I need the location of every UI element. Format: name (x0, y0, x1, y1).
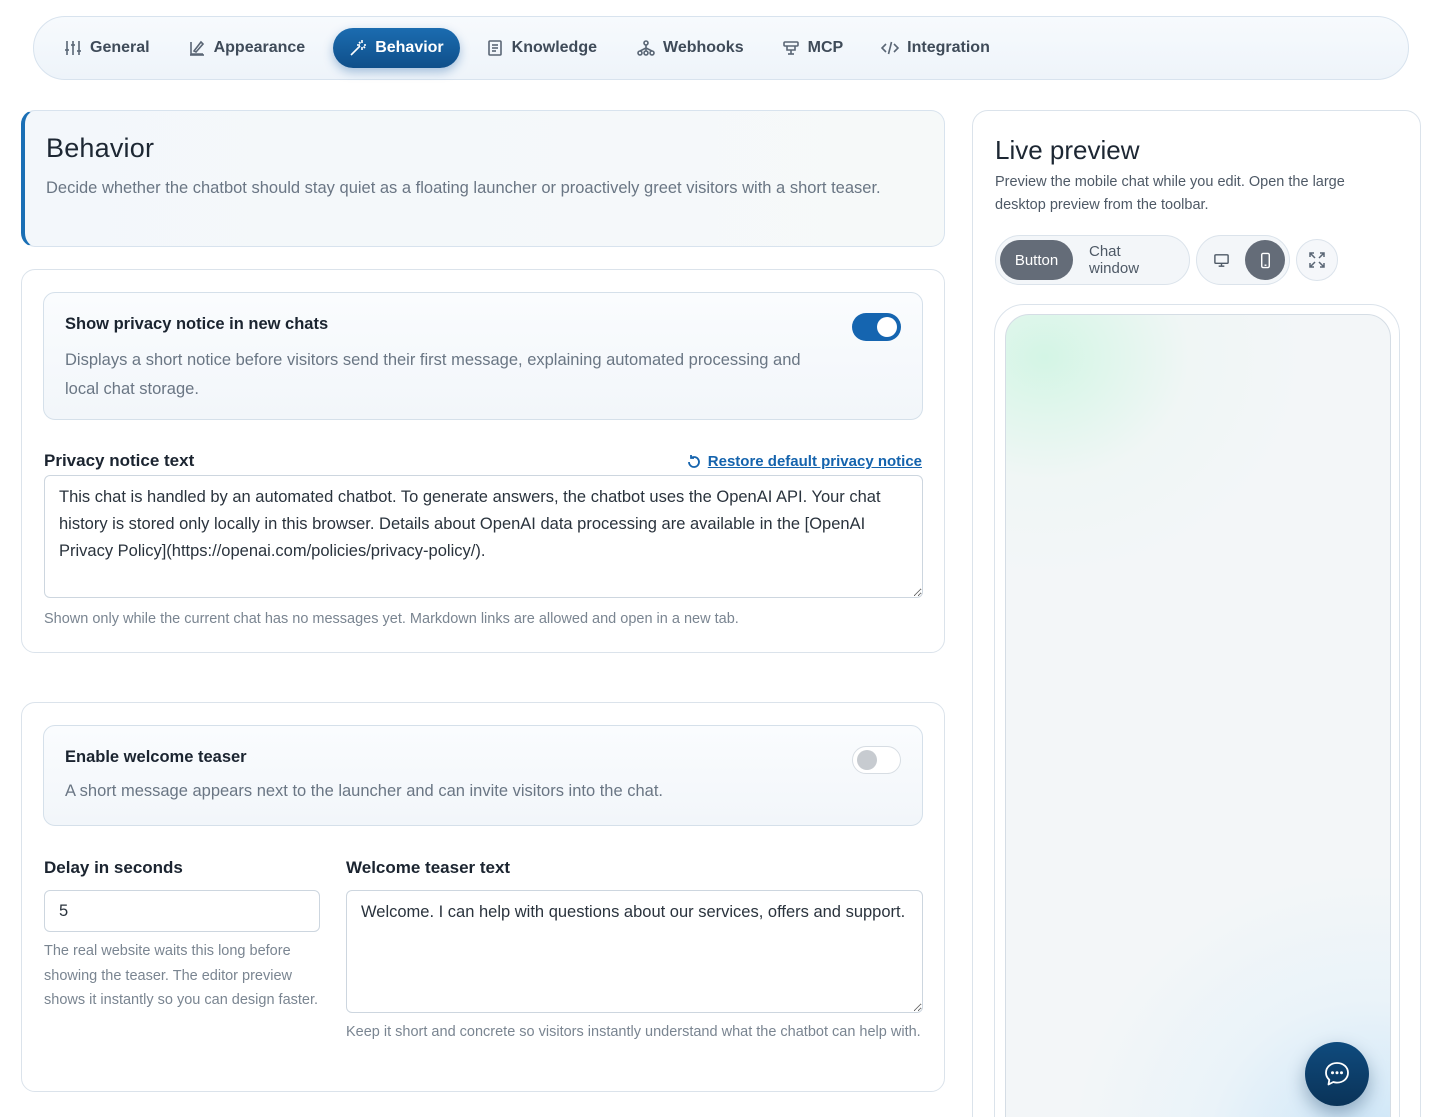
teaser-toggle-box: Enable welcome teaser A short message ap… (43, 725, 923, 826)
network-icon (637, 40, 655, 56)
privacy-toggle-box: Show privacy notice in new chats Display… (43, 292, 923, 420)
phone-frame (994, 304, 1400, 1117)
mode-chat-window-option[interactable]: Chat window (1077, 240, 1183, 280)
page-description: Decide whether the chatbot should stay q… (46, 179, 881, 197)
magic-wand-icon (350, 40, 367, 56)
tab-knowledge[interactable]: Knowledge (474, 28, 609, 68)
desktop-icon (1213, 253, 1229, 267)
tab-label: MCP (807, 39, 844, 56)
device-mobile-option[interactable] (1245, 240, 1285, 280)
teaser-text-label: Welcome teaser text (346, 858, 511, 877)
server-icon (782, 41, 799, 55)
delay-input[interactable] (44, 890, 320, 932)
teaser-text-hint: Keep it short and concrete so visitors i… (346, 1024, 921, 1040)
welcome-teaser-card: Enable welcome teaser A short message ap… (21, 702, 945, 1092)
tab-label: Webhooks (663, 39, 744, 56)
tab-behavior[interactable]: Behavior (333, 28, 460, 68)
teaser-toggle-description: A short message appears next to the laun… (65, 782, 664, 800)
edit-icon (189, 40, 204, 56)
privacy-toggle-title: Show privacy notice in new chats (65, 315, 329, 333)
phone-screen (1005, 314, 1391, 1117)
privacy-notice-card: Show privacy notice in new chats Display… (21, 269, 945, 653)
page-title: Behavior (46, 133, 155, 163)
mode-button-option[interactable]: Button (1000, 240, 1073, 280)
restore-icon (687, 454, 700, 468)
privacy-text-hint: Shown only while the current chat has no… (44, 611, 739, 627)
privacy-toggle-description: Displays a short notice before visitors … (65, 351, 801, 398)
chat-launcher-button[interactable] (1305, 1042, 1369, 1106)
tab-mcp[interactable]: MCP (770, 28, 856, 68)
tab-label: Behavior (375, 39, 444, 56)
expand-preview-button[interactable] (1296, 239, 1338, 281)
toggle-knob (857, 750, 877, 770)
code-icon (881, 41, 900, 55)
toggle-knob (877, 317, 897, 337)
tab-integration[interactable]: Integration (869, 28, 1002, 68)
section-header: Behavior Decide whether the chatbot shou… (21, 110, 945, 247)
preview-title: Live preview (995, 135, 1140, 165)
restore-default-privacy-link[interactable]: Restore default privacy notice (686, 453, 922, 470)
teaser-toggle-switch[interactable] (852, 746, 901, 774)
tab-label: Appearance (213, 39, 306, 56)
tab-appearance[interactable]: Appearance (176, 28, 318, 68)
settings-tab-bar: General Appearance Behavior Knowledge We… (33, 16, 1409, 80)
sliders-icon (65, 41, 81, 55)
live-preview-panel: Live preview Preview the mobile chat whi… (972, 110, 1421, 1117)
teaser-text-field[interactable]: Welcome. I can help with questions about… (346, 890, 923, 1013)
delay-hint: The real website waits this long before … (44, 943, 319, 1008)
mobile-icon (1260, 252, 1270, 268)
book-icon (487, 40, 502, 56)
preview-description: Preview the mobile chat while you edit. … (995, 174, 1345, 213)
delay-label: Delay in seconds (44, 858, 183, 877)
restore-link-label: Restore default privacy notice (707, 453, 922, 470)
teaser-toggle-title: Enable welcome teaser (65, 748, 247, 766)
privacy-text-label: Privacy notice text (44, 451, 195, 470)
chat-bubble-icon (1325, 1062, 1349, 1086)
tab-webhooks[interactable]: Webhooks (625, 28, 756, 68)
tab-general[interactable]: General (52, 28, 162, 68)
tab-label: General (90, 39, 150, 56)
device-desktop-option[interactable] (1201, 240, 1241, 280)
privacy-toggle-switch[interactable] (852, 313, 901, 341)
tab-label: Knowledge (511, 39, 597, 56)
tab-label: Integration (907, 39, 990, 56)
expand-icon (1309, 252, 1325, 268)
privacy-text-field[interactable]: This chat is handled by an automated cha… (44, 475, 923, 598)
preview-mode-switch: Button Chat window (995, 235, 1190, 285)
preview-device-switch (1196, 235, 1290, 285)
